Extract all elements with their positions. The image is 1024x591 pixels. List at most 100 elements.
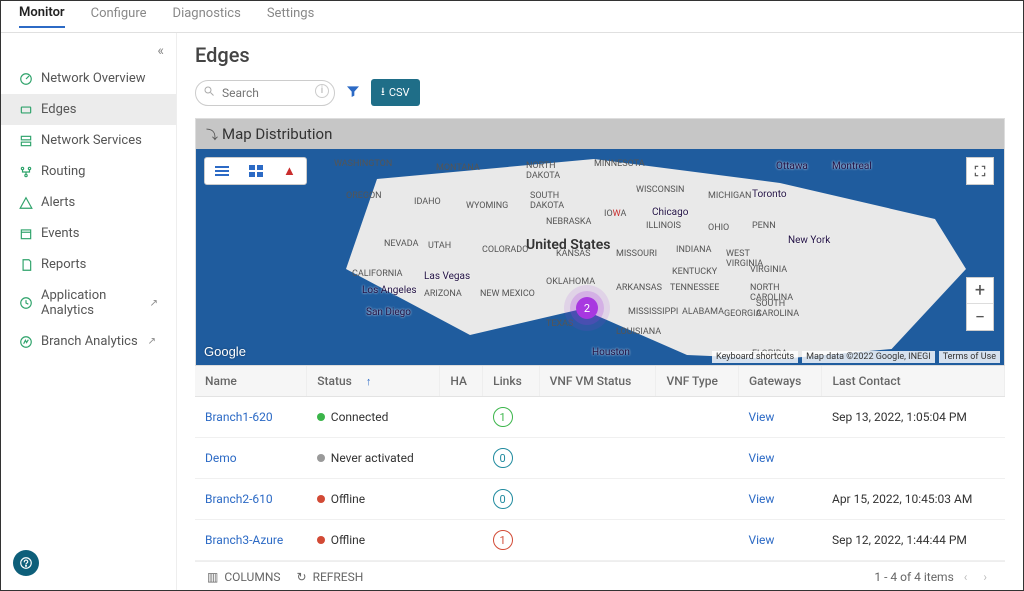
table-row: Branch3-AzureOffline1ViewSep 12, 2022, 1… <box>195 520 1005 561</box>
fullscreen-button[interactable] <box>966 157 994 185</box>
status-label: Offline <box>331 492 365 506</box>
edge-name-link[interactable]: Branch3-Azure <box>205 533 283 547</box>
sidebar-item-label: Application Analytics <box>41 288 140 318</box>
top-tabs: Monitor Configure Diagnostics Settings <box>1 1 1023 33</box>
status-label: Connected <box>331 410 389 424</box>
tab-settings[interactable]: Settings <box>267 6 314 27</box>
zoom-out-button[interactable]: − <box>967 304 993 330</box>
help-fab[interactable] <box>13 550 39 576</box>
sidebar-item-label: Events <box>41 226 79 241</box>
map-terms[interactable]: Terms of Use <box>939 351 1000 363</box>
edges-table: NameStatus↑ HA Links VNF VM Status VNF Type G… <box>195 366 1005 561</box>
columns-icon: ▥ <box>207 570 218 584</box>
sidebar-collapse-icon[interactable]: « <box>157 43 164 59</box>
last-contact <box>822 438 1005 479</box>
table-footer: ▥ COLUMNS ↻ REFRESH 1 - 4 of 4 items ‹ › <box>195 561 1005 590</box>
last-contact: Sep 13, 2022, 1:05:04 PM <box>822 397 1005 438</box>
dashboard-icon <box>19 72 33 86</box>
links-badge[interactable]: 1 <box>493 407 513 427</box>
tab-diagnostics[interactable]: Diagnostics <box>173 6 241 27</box>
map-view-switch: ▲ <box>204 157 307 185</box>
column-label: HA <box>450 374 467 388</box>
alert-filter-button[interactable]: ▲ <box>273 159 306 183</box>
edge-name-link[interactable]: Branch1-620 <box>205 410 273 424</box>
links-badge[interactable]: 0 <box>493 448 513 468</box>
column-name[interactable]: Name <box>195 366 307 397</box>
links-badge[interactable]: 0 <box>493 489 513 509</box>
collapse-handle-icon[interactable]: ⤵ <box>206 126 218 143</box>
tab-monitor[interactable]: Monitor <box>19 5 65 28</box>
external-link-icon: ↗ <box>148 336 156 347</box>
pagination-range: 1 - 4 of 4 items <box>874 570 953 584</box>
sidebar-item-alerts[interactable]: Alerts <box>1 187 176 218</box>
sidebar-item-label: Network Services <box>41 133 142 148</box>
sidebar-item-label: Alerts <box>41 195 75 210</box>
column-last-contact[interactable]: Last Contact <box>822 366 1005 397</box>
last-contact: Sep 12, 2022, 1:44:44 PM <box>822 520 1005 561</box>
gateways-view-link[interactable]: View <box>748 533 774 547</box>
map-keyboard-shortcuts[interactable]: Keyboard shortcuts <box>712 351 798 363</box>
map-attribution: Keyboard shortcuts Map data ©2022 Google… <box>712 351 1000 363</box>
column-status[interactable]: Status↑ <box>307 366 440 397</box>
routing-icon <box>19 165 33 179</box>
search-info-icon[interactable]: i <box>315 84 329 98</box>
refresh-icon: ↻ <box>297 570 307 584</box>
column-gateways[interactable]: Gateways <box>738 366 822 397</box>
last-contact: Apr 15, 2022, 10:45:03 AM <box>822 479 1005 520</box>
sidebar-item-label: Reports <box>41 257 86 272</box>
sidebar-item-routing[interactable]: Routing <box>1 156 176 187</box>
columns-button[interactable]: ▥ COLUMNS <box>207 570 281 584</box>
map-header-title: Map Distribution <box>222 125 332 143</box>
sidebar-item-network-overview[interactable]: Network Overview <box>1 63 176 94</box>
prev-page-button[interactable]: ‹ <box>958 570 974 584</box>
tab-configure[interactable]: Configure <box>91 6 147 27</box>
column-label: Last Contact <box>832 374 900 388</box>
map-header[interactable]: ⤵ Map Distribution <box>196 119 1004 149</box>
list-view-button[interactable] <box>205 161 239 181</box>
map-cluster-pin[interactable]: 2 <box>576 297 598 319</box>
status-dot-icon <box>317 454 325 462</box>
sidebar-item-label: Edges <box>41 102 77 117</box>
csv-export-button[interactable]: ⭳ CSV <box>371 79 420 106</box>
sidebar-item-edges[interactable]: Edges <box>1 94 176 125</box>
google-logo: Google <box>204 344 246 359</box>
toolbar: i ⭳ CSV <box>195 79 1005 106</box>
gateways-view-link[interactable]: View <box>748 451 774 465</box>
column-label: Status <box>317 374 352 388</box>
status-label: Never activated <box>331 451 414 465</box>
sidebar-item-reports[interactable]: Reports <box>1 249 176 280</box>
sidebar-item-network-services[interactable]: Network Services <box>1 125 176 156</box>
sidebar-item-label: Branch Analytics <box>41 334 138 349</box>
edge-name-link[interactable]: Demo <box>205 451 237 465</box>
column-ha[interactable]: HA <box>440 366 483 397</box>
edge-name-link[interactable]: Branch2-610 <box>205 492 273 506</box>
search-input[interactable] <box>195 80 335 106</box>
column-label: VNF Type <box>666 374 718 388</box>
reports-icon <box>19 258 33 272</box>
column-label: VNF VM Status <box>550 374 632 388</box>
csv-label: CSV <box>389 86 410 99</box>
zoom-control: + − <box>966 277 994 331</box>
sidebar: « Network Overview Edges Network Services R… <box>1 33 177 590</box>
sidebar-item-label: Routing <box>41 164 85 179</box>
refresh-button[interactable]: ↻ REFRESH <box>297 570 364 584</box>
column-label: Gateways <box>749 374 801 388</box>
services-icon <box>19 134 33 148</box>
gateways-view-link[interactable]: View <box>748 410 774 424</box>
next-page-button[interactable]: › <box>977 570 993 584</box>
grid-view-button[interactable] <box>239 161 273 181</box>
gateways-view-link[interactable]: View <box>748 492 774 506</box>
sidebar-item-branch-analytics[interactable]: Branch Analytics ↗ <box>1 326 176 357</box>
status-dot-icon <box>317 495 325 503</box>
filter-icon[interactable] <box>345 83 361 103</box>
column-vnf-type[interactable]: VNF Type <box>656 366 739 397</box>
links-badge[interactable]: 1 <box>493 530 513 550</box>
map-canvas[interactable]: United States WASHINGTON MONTANA NORTHDA… <box>196 149 1004 365</box>
search-input-wrapper: i <box>195 80 335 106</box>
column-vnf-vm-status[interactable]: VNF VM Status <box>539 366 656 397</box>
sidebar-item-events[interactable]: Events <box>1 218 176 249</box>
zoom-in-button[interactable]: + <box>967 278 993 304</box>
column-links[interactable]: Links <box>483 366 540 397</box>
branch-icon <box>19 335 33 349</box>
sidebar-item-application-analytics[interactable]: Application Analytics↗ <box>1 280 176 326</box>
